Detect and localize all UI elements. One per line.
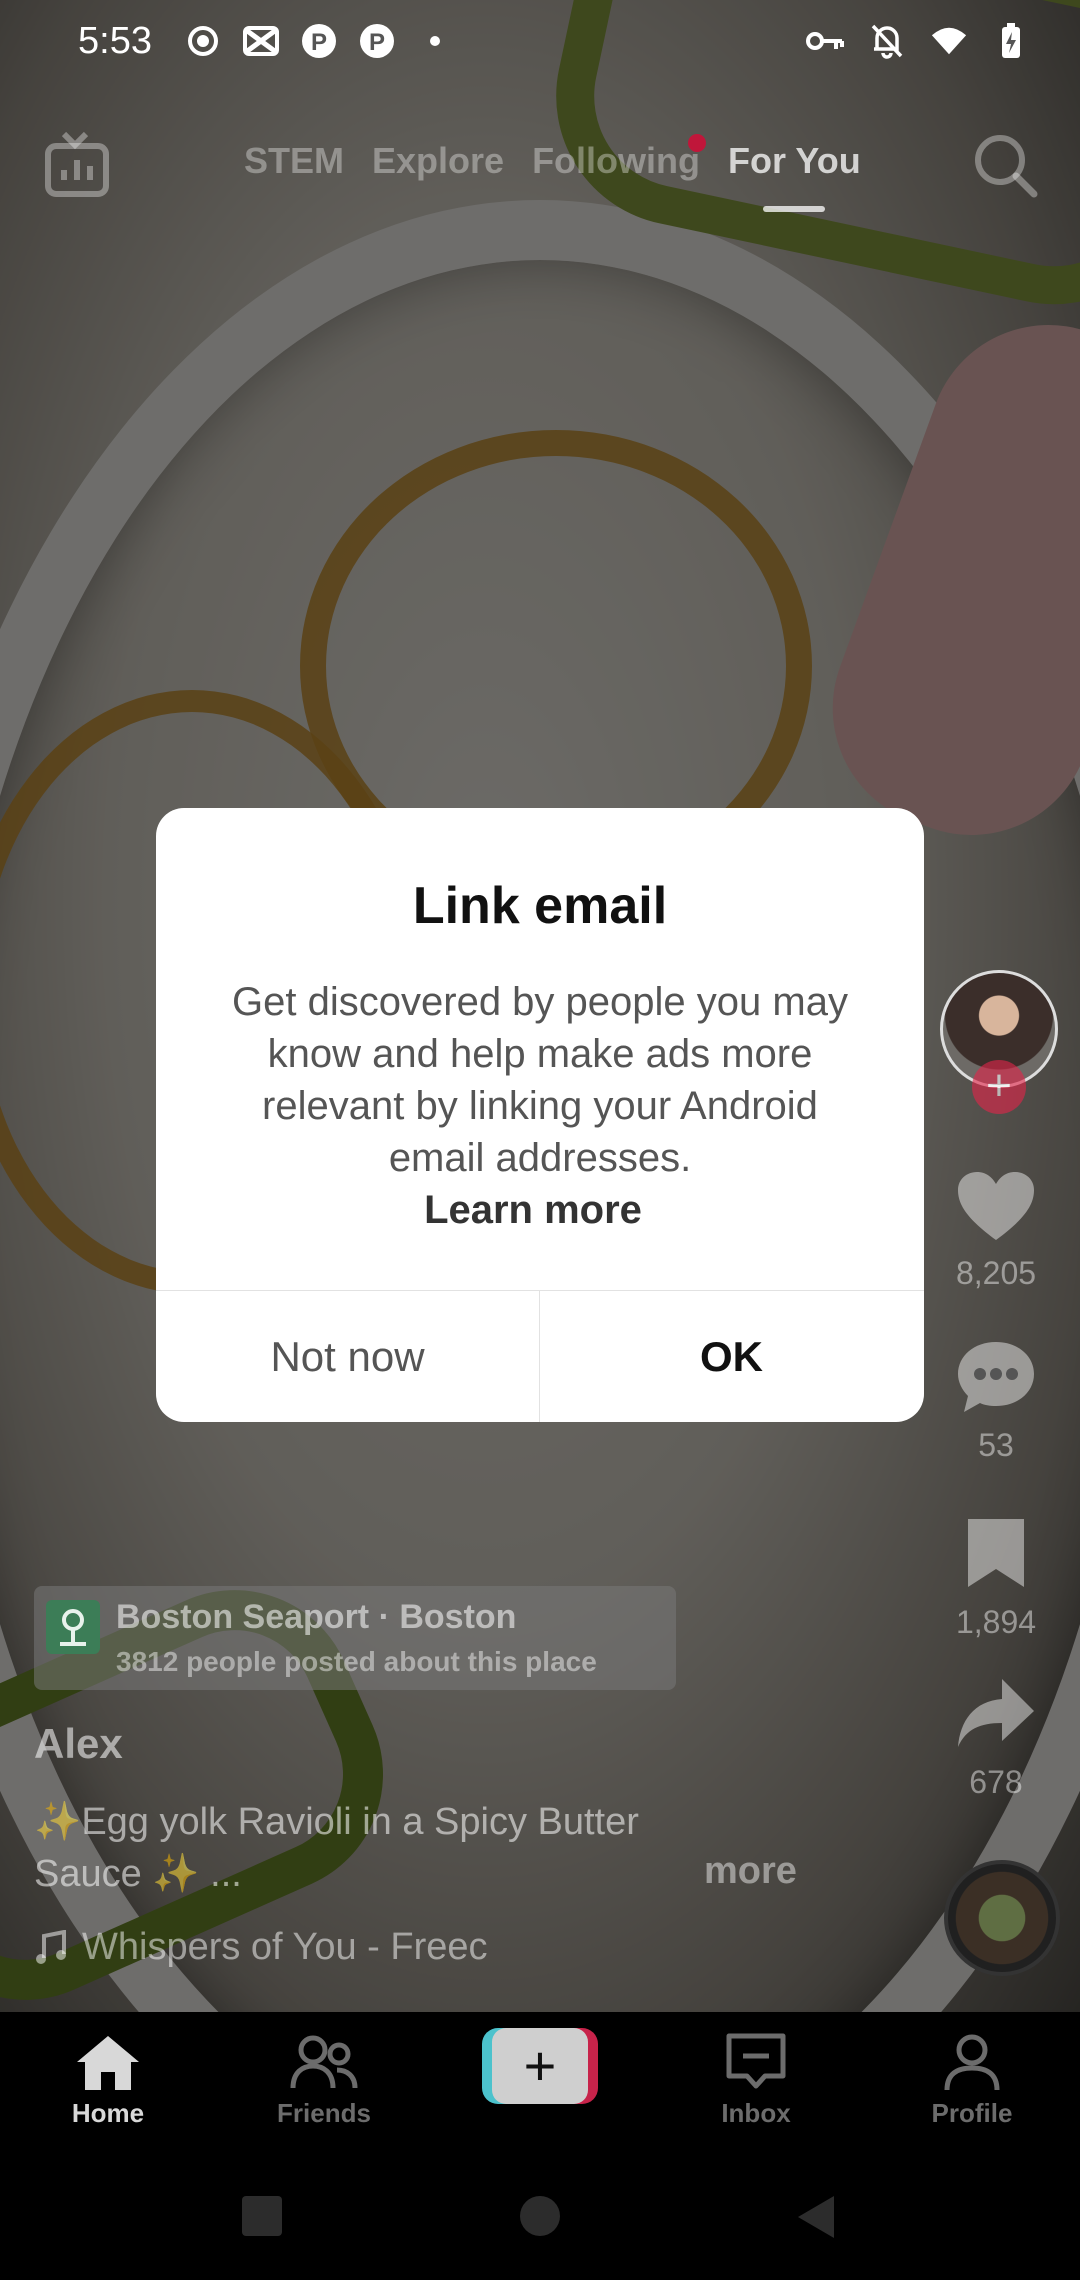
- system-nav-bar: [0, 2160, 1080, 2280]
- sound-row[interactable]: Whispers of You - Freec: [34, 1926, 488, 1969]
- nav-home-label: Home: [71, 2098, 145, 2128]
- notification-dot: [688, 134, 707, 152]
- heart-icon: [958, 1172, 1034, 1240]
- svg-text:P: P: [369, 29, 385, 56]
- video-caption: ✨Egg yolk Ravioli in a Spicy Butter Sauc…: [34, 1801, 639, 1895]
- svg-text:P: P: [311, 29, 327, 56]
- battery-charging-icon: [992, 22, 1030, 60]
- share-button[interactable]: 678: [930, 1675, 1062, 1801]
- bookmark-count: 1,894: [955, 1604, 1037, 1640]
- home-icon: [77, 2036, 139, 2090]
- create-button[interactable]: +: [482, 2028, 598, 2104]
- ok-button[interactable]: OK: [540, 1291, 923, 1422]
- not-now-button[interactable]: Not now: [156, 1291, 539, 1422]
- dialog-message: Get discovered by people you may know an…: [232, 980, 848, 1180]
- tab-for-you-label: For You: [728, 140, 861, 181]
- plus-icon: +: [492, 2028, 588, 2104]
- vpn-key-icon: [806, 22, 844, 60]
- follow-plus-button[interactable]: +: [972, 1060, 1026, 1114]
- pinterest-icon: P: [358, 22, 396, 60]
- nav-friends[interactable]: Friends: [244, 2032, 404, 2129]
- feed-top-nav: STEM Explore Following For You: [0, 120, 1080, 230]
- like-button[interactable]: 8,205: [930, 1170, 1062, 1292]
- music-disc-avatar[interactable]: [944, 1860, 1060, 1976]
- caption-more-link[interactable]: more: [704, 1850, 797, 1893]
- profile-icon: [944, 2034, 1000, 2091]
- share-count: 678: [969, 1764, 1023, 1800]
- nav-inbox-label: Inbox: [721, 2098, 791, 2128]
- nav-inbox[interactable]: Inbox: [676, 2032, 836, 2129]
- tab-explore[interactable]: Explore: [372, 140, 504, 182]
- comment-icon: [958, 1342, 1034, 1412]
- status-time: 5:53: [78, 20, 152, 62]
- friends-icon: [290, 2035, 358, 2089]
- nav-profile[interactable]: Profile: [892, 2032, 1052, 2129]
- tab-stem[interactable]: STEM: [244, 140, 344, 182]
- dialog-title: Link email: [412, 877, 668, 935]
- bottom-nav: Home Friends + Inbox Profile: [0, 2012, 1080, 2160]
- back-button[interactable]: [796, 2194, 836, 2245]
- like-count: 8,205: [955, 1255, 1037, 1291]
- search-icon[interactable]: [972, 132, 1038, 198]
- wifi-icon: [930, 22, 968, 60]
- location-name: Boston Seaport · Boston: [116, 1598, 517, 1636]
- feed-tabs: STEM Explore Following For You: [244, 134, 861, 212]
- learn-more-link[interactable]: Learn more: [212, 1184, 854, 1236]
- nav-profile-label: Profile: [931, 2098, 1013, 2128]
- link-email-dialog: Link email Get discovered by people you …: [156, 808, 924, 1422]
- record-icon: [184, 22, 222, 60]
- tab-for-you[interactable]: For You: [728, 140, 861, 212]
- active-tab-indicator: [763, 206, 826, 212]
- tab-following-label: Following: [532, 140, 701, 181]
- nav-friends-label: Friends: [277, 2098, 371, 2128]
- comment-count: 53: [978, 1427, 1014, 1463]
- dot-icon: [416, 22, 454, 60]
- bookmark-button[interactable]: 1,894: [930, 1515, 1062, 1641]
- location-chip[interactable]: Boston Seaport · Boston 3812 people post…: [34, 1586, 676, 1690]
- music-note-icon: [36, 1929, 66, 1964]
- pinterest-icon: P: [300, 22, 338, 60]
- nav-home[interactable]: Home: [28, 2032, 188, 2129]
- home-circle-icon: [520, 2196, 560, 2236]
- comment-button[interactable]: 53: [930, 1340, 1062, 1464]
- tab-following[interactable]: Following: [532, 134, 707, 182]
- home-system-button[interactable]: [518, 2194, 562, 2243]
- bookmark-icon: [968, 1519, 1024, 1587]
- recents-button[interactable]: [240, 2194, 284, 2243]
- recents-square-icon: [242, 2196, 282, 2236]
- author-name[interactable]: Alex: [34, 1720, 123, 1768]
- dialog-body: Get discovered by people you may know an…: [226, 976, 854, 1236]
- inbox-icon: [726, 2033, 786, 2089]
- capcut-icon: [242, 22, 280, 60]
- share-icon: [958, 1679, 1034, 1747]
- back-triangle-icon: [798, 2196, 834, 2238]
- status-bar: 5:53 P P: [0, 0, 1080, 86]
- location-pin-icon: [46, 1600, 100, 1654]
- location-subtitle: 3812 people posted about this place: [116, 1646, 597, 1677]
- live-tv-icon[interactable]: [42, 130, 112, 200]
- bell-off-icon: [868, 22, 906, 60]
- sound-title: Whispers of You - Freec: [82, 1926, 488, 1968]
